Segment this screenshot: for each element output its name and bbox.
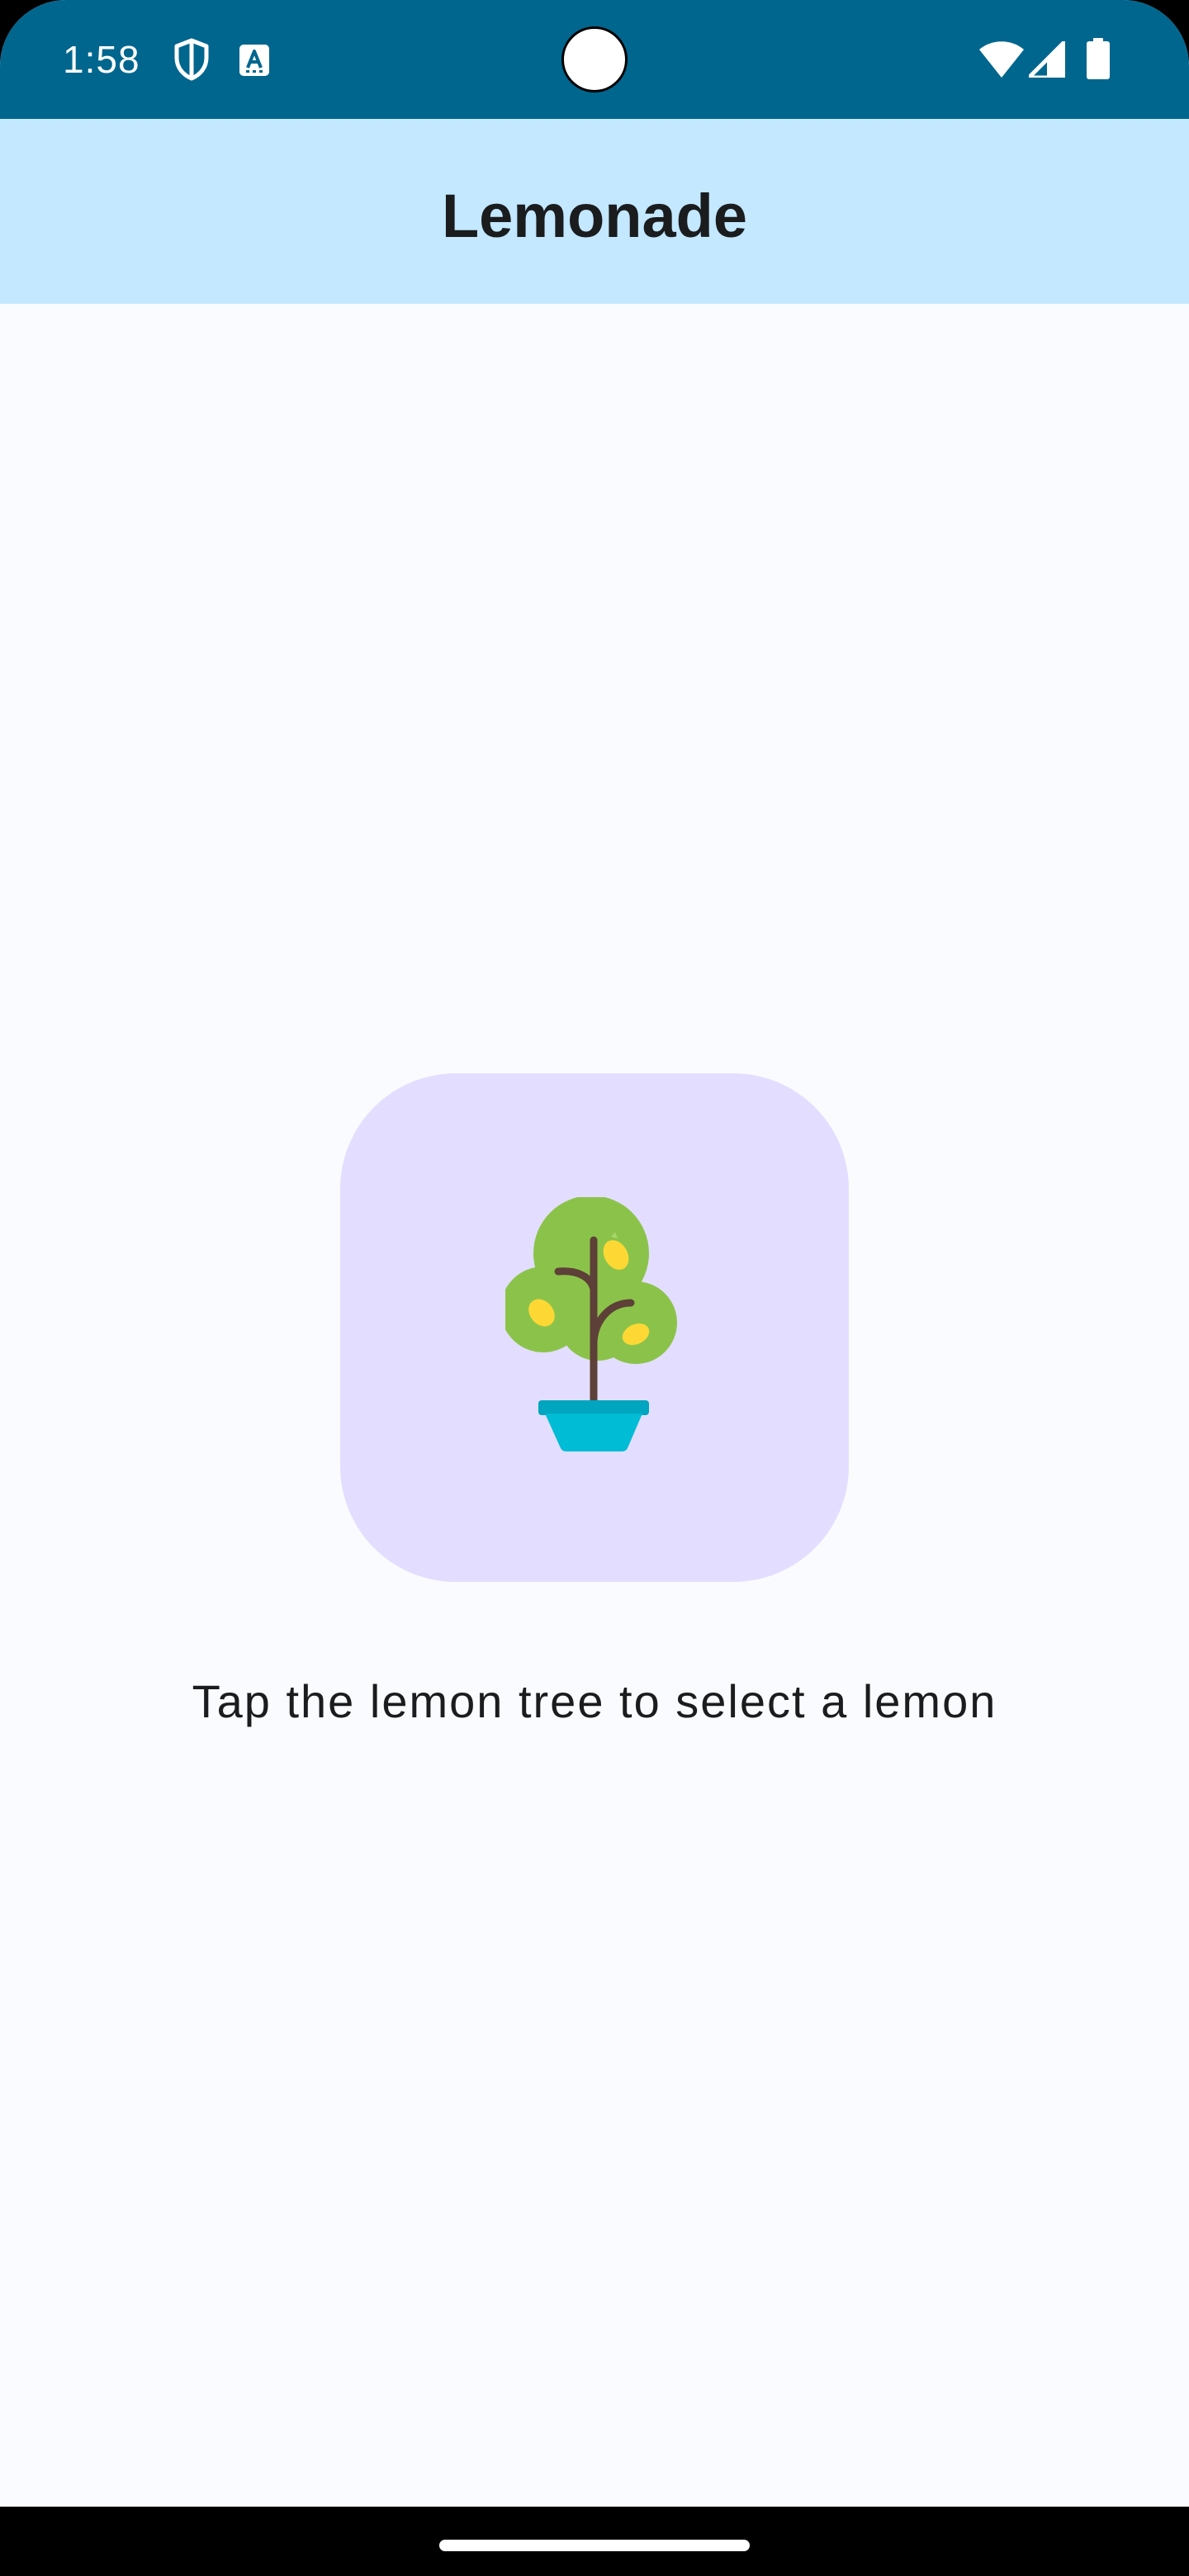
instruction-text: Tap the lemon tree to select a lemon [192, 1675, 997, 1727]
battery-icon [1087, 38, 1110, 79]
app-screen: 1:58 Lemonade Tap the lemon tree to sele… [0, 0, 1189, 2576]
status-bar: 1:58 [0, 0, 1189, 119]
camera-cutout [561, 26, 628, 92]
wifi-icon [979, 41, 1024, 78]
navigation-bar [0, 2507, 1189, 2576]
cell-signal-icon [1029, 41, 1065, 78]
status-time: 1:58 [63, 38, 140, 81]
accessibility-a-icon [239, 45, 269, 76]
app-title: Lemonade [441, 181, 748, 250]
main-content: Tap the lemon tree to select a lemon [0, 304, 1189, 2507]
top-app-bar: Lemonade [0, 119, 1189, 304]
lemon-tree-button[interactable] [340, 1073, 849, 1582]
lemon-tree-icon [505, 1197, 677, 1451]
shield-icon [174, 38, 209, 81]
home-gesture-handle[interactable] [439, 2540, 750, 2551]
